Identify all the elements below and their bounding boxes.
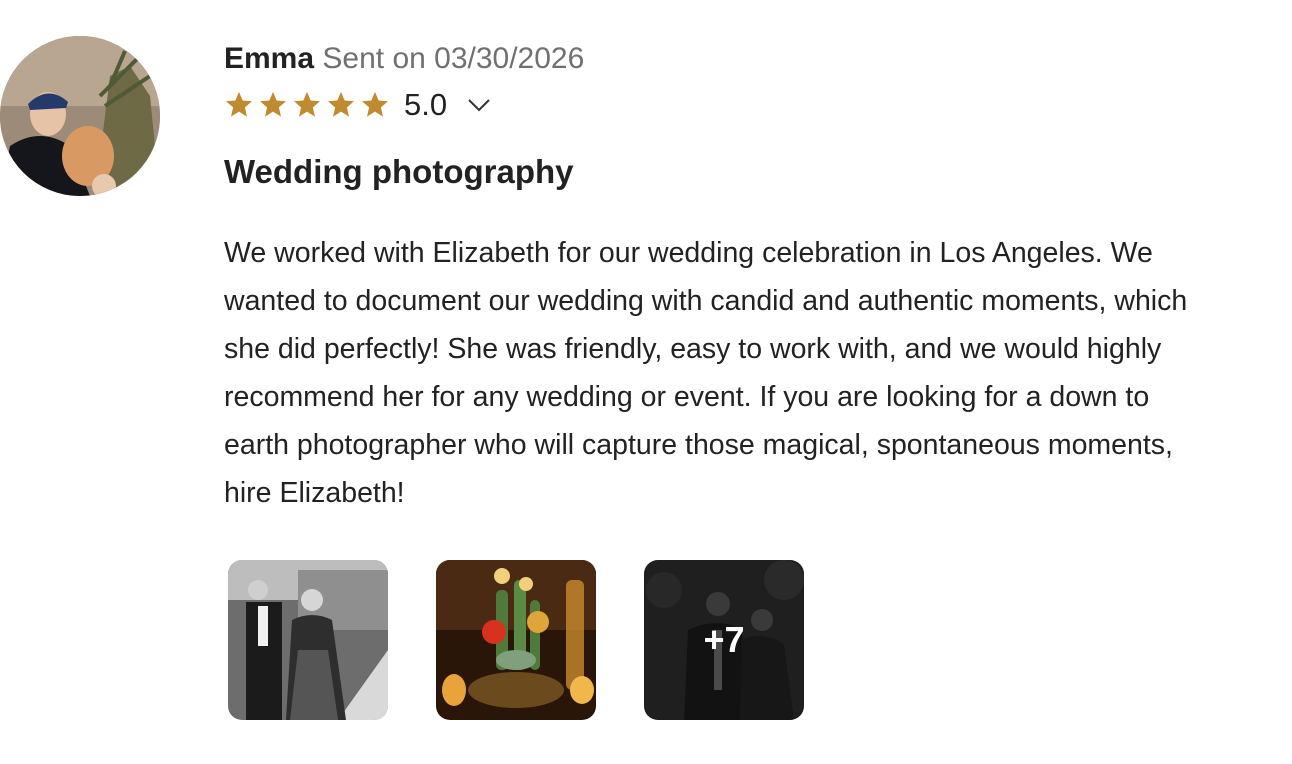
star-icon [260, 91, 286, 117]
avatar[interactable] [0, 36, 160, 196]
star-rating [224, 90, 390, 120]
review-header: Emma Sent on 03/30/2026 [224, 36, 1292, 82]
photo-thumbnail-more[interactable]: +7 [644, 560, 804, 720]
review-body-line: recommend her for any wedding or event. … [224, 381, 1150, 413]
sent-date: Sent on 03/30/2026 [322, 42, 585, 75]
photo-image [228, 560, 388, 720]
review-body-line: We worked with Elizabeth for our wedding… [224, 237, 1153, 269]
rating-value: 5.0 [404, 87, 448, 122]
author-name[interactable]: Emma [224, 42, 314, 75]
star-icon [362, 91, 388, 117]
chevron-down-icon[interactable] [467, 93, 491, 117]
star-icon [226, 91, 252, 117]
review-card: Emma Sent on 03/30/2026 5.0 Wedding phot… [0, 0, 1292, 764]
review-photos: +7 [228, 560, 804, 720]
avatar-photo [0, 36, 160, 196]
photo-image [436, 560, 596, 720]
review-body: We worked with Elizabeth for our wedding… [224, 229, 1292, 517]
star-icon [328, 91, 354, 117]
review-title: Wedding photography [224, 153, 574, 190]
photo-thumbnail-couple-walking[interactable] [228, 560, 388, 720]
more-photos-count: +7 [644, 560, 804, 720]
review-body-line: earth photographer who will capture thos… [224, 429, 1173, 461]
review-content: Emma Sent on 03/30/2026 5.0 Wedding phot… [224, 36, 1292, 517]
review-body-line: hire Elizabeth! [224, 477, 405, 509]
review-body-line: wanted to document our wedding with cand… [224, 285, 1188, 317]
review-body-line: she did perfectly! She was friendly, eas… [224, 333, 1162, 365]
photo-thumbnail-cactus-centerpiece[interactable] [436, 560, 596, 720]
rating-row: 5.0 [224, 80, 1292, 130]
star-icon [294, 91, 320, 117]
